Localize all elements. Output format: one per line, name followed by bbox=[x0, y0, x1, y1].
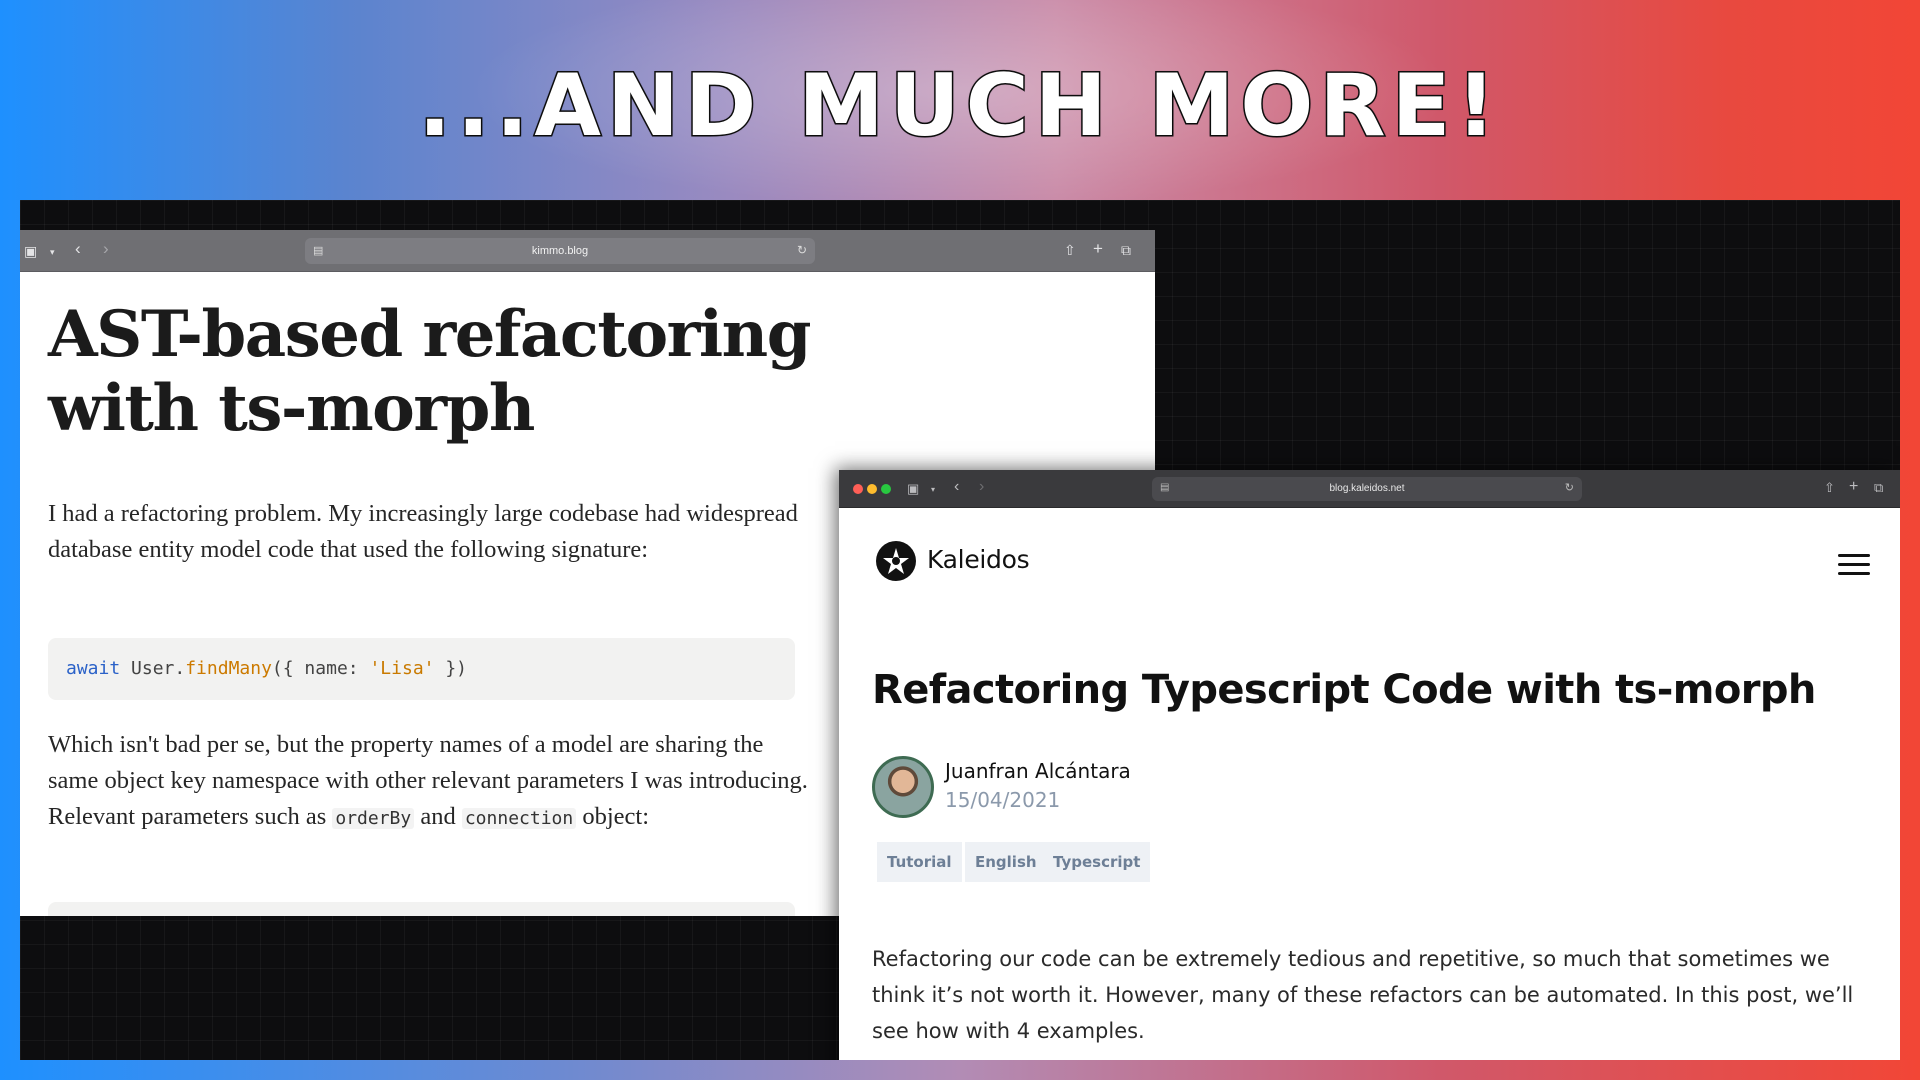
forward-icon[interactable]: › bbox=[103, 240, 109, 257]
background-strip bbox=[0, 1060, 1920, 1080]
code-block: await User.findMany({ name: 'Lisa' }) bbox=[48, 638, 795, 700]
browser-window-kaleidos: ▣ ▾ ‹ › ▤ blog.kaleidos.net ↻ ⇧ + ⧉ Kale… bbox=[839, 470, 1900, 1060]
address-bar[interactable]: ▤ kimmo.blog ↻ bbox=[305, 238, 815, 264]
code-function: findMany bbox=[185, 658, 272, 679]
inline-code-orderby: orderBy bbox=[332, 808, 415, 829]
code-keyword: await bbox=[66, 658, 121, 679]
back-icon[interactable]: ‹ bbox=[75, 240, 81, 257]
zoom-window-button[interactable] bbox=[881, 484, 891, 494]
close-window-button[interactable] bbox=[853, 484, 863, 494]
tag-english[interactable]: English bbox=[965, 842, 1047, 882]
share-icon[interactable]: ⇧ bbox=[1064, 243, 1076, 257]
tabs-icon[interactable]: ⧉ bbox=[1874, 481, 1883, 494]
minimize-window-button[interactable] bbox=[867, 484, 877, 494]
sidebar-icon[interactable]: ▣ bbox=[907, 482, 919, 495]
article-paragraph-2: Which isn't bad per se, but the property… bbox=[48, 727, 818, 837]
brand-name[interactable]: Kaleidos bbox=[927, 545, 1030, 574]
tag-typescript[interactable]: Typescript bbox=[1043, 842, 1151, 882]
url-text: kimmo.blog bbox=[531, 245, 589, 257]
paragraph-text: and bbox=[414, 803, 462, 830]
article-title: Refactoring Typescript Code with ts-morp… bbox=[872, 667, 1816, 713]
article-title: AST-based refactoring with ts-morph bbox=[48, 297, 811, 446]
chevron-down-icon[interactable]: ▾ bbox=[50, 245, 55, 259]
publish-date: 15/04/2021 bbox=[945, 788, 1061, 812]
code-block-partial bbox=[48, 902, 795, 916]
address-bar[interactable]: ▤ blog.kaleidos.net ↻ bbox=[1152, 477, 1582, 501]
code-args: ({ name: bbox=[271, 658, 370, 679]
dark-grid-stage: ▣ ▾ ‹ › ▤ kimmo.blog ↻ ⇧ + ⧉ AST-based r… bbox=[20, 200, 1900, 1060]
code-string: 'Lisa' bbox=[369, 658, 435, 679]
browser-toolbar: ▣ ▾ ‹ › ▤ kimmo.blog ↻ ⇧ + ⧉ bbox=[20, 230, 1155, 272]
inline-code-connection: connection bbox=[461, 808, 577, 829]
code-close: }) bbox=[434, 658, 468, 679]
new-tab-icon[interactable]: + bbox=[1849, 479, 1858, 495]
code-object: User. bbox=[120, 658, 186, 679]
forward-icon[interactable]: › bbox=[979, 479, 984, 495]
avatar[interactable] bbox=[872, 756, 934, 818]
kaleidos-logo-icon[interactable] bbox=[874, 539, 918, 583]
reload-icon[interactable]: ↻ bbox=[797, 243, 807, 257]
back-icon[interactable]: ‹ bbox=[954, 479, 959, 495]
paragraph-text: object: bbox=[576, 803, 650, 830]
share-icon[interactable]: ⇧ bbox=[1824, 481, 1835, 494]
menu-line bbox=[1838, 563, 1870, 566]
reload-icon[interactable]: ↻ bbox=[1565, 481, 1574, 494]
sidebar-icon[interactable]: ▣ bbox=[24, 244, 37, 258]
article-intro: Refactoring our code can be extremely te… bbox=[872, 947, 1854, 1043]
headline: ...AND MUCH MORE! bbox=[417, 55, 1502, 158]
new-tab-icon[interactable]: + bbox=[1093, 240, 1103, 257]
url-text: blog.kaleidos.net bbox=[1329, 483, 1405, 494]
menu-line bbox=[1838, 554, 1870, 557]
menu-line bbox=[1838, 572, 1870, 575]
author-name[interactable]: Juanfran Alcántara bbox=[945, 759, 1131, 783]
tag-tutorial[interactable]: Tutorial bbox=[877, 842, 962, 882]
article-paragraph: I had a refactoring problem. My increasi… bbox=[48, 500, 798, 563]
browser-toolbar: ▣ ▾ ‹ › ▤ blog.kaleidos.net ↻ ⇧ + ⧉ bbox=[839, 470, 1900, 508]
tabs-icon[interactable]: ⧉ bbox=[1121, 243, 1131, 257]
chevron-down-icon[interactable]: ▾ bbox=[931, 483, 935, 496]
menu-icon[interactable] bbox=[1838, 554, 1870, 576]
